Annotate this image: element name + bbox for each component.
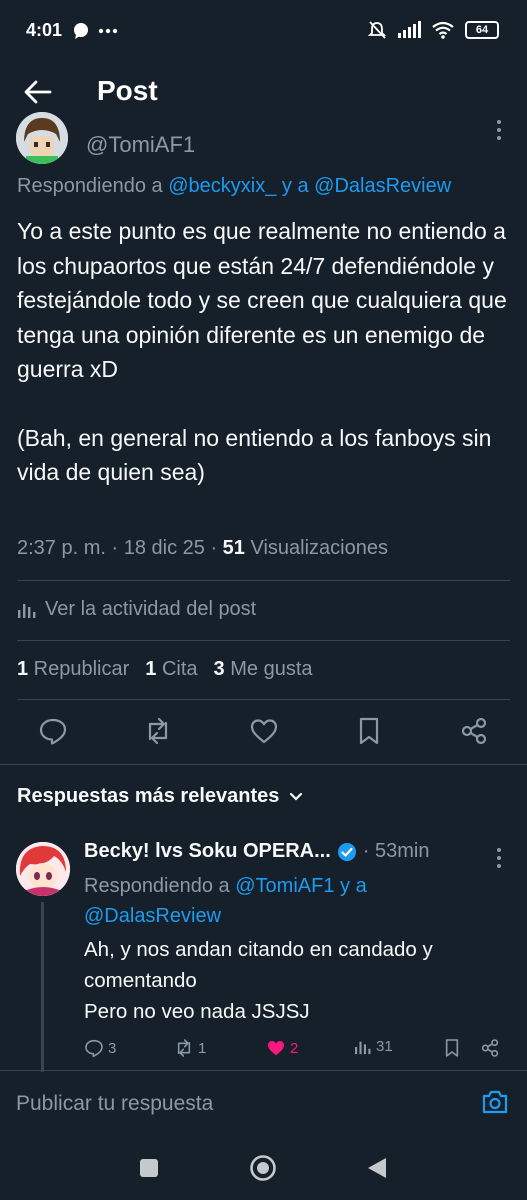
analytics-icon [18, 603, 36, 618]
replying-to: Respondiendo a @beckyxix_ y a @DalasRevi… [17, 175, 452, 197]
engagement-stats: 1 Republicar 1 Cita 3 Me gusta [17, 658, 313, 681]
signal-icon [398, 21, 421, 38]
likes-stat[interactable]: 3 Me gusta [214, 658, 313, 680]
liked-heart-icon [268, 1041, 284, 1056]
more-options-icon[interactable] [495, 846, 503, 870]
header: Post [0, 62, 527, 122]
divider [17, 580, 510, 581]
quotes-stat[interactable]: 1 Cita [145, 658, 197, 680]
compose-bar: Publicar tu respuesta [0, 1070, 527, 1135]
page-title: Post [97, 75, 158, 106]
reply-header: Becky! lvs Soku OPERA... · 53min [84, 840, 429, 863]
author-handle[interactable]: @TomiAF1 [86, 132, 195, 158]
camera-icon[interactable] [481, 1089, 509, 1115]
mute-icon [367, 21, 387, 39]
like-icon[interactable] [249, 716, 279, 746]
mention-link[interactable]: @DalasReview [314, 175, 451, 197]
thread-line [41, 902, 44, 1072]
reposts-stat[interactable]: 1 Republicar [17, 658, 129, 680]
wifi-icon [432, 21, 454, 39]
tweet-paragraph: Yo a este punto es que realmente no enti… [17, 218, 507, 382]
mention-link[interactable]: @TomiAF1 [235, 875, 334, 897]
section-divider [0, 764, 527, 765]
replies-sort-dropdown[interactable]: Respuestas más relevantes [17, 785, 303, 808]
more-notifications-icon [98, 28, 118, 34]
reply-like-button[interactable]: 2 [266, 1038, 298, 1058]
reply-replying-to: Respondiendo a @TomiAF1 y a @DalasReview [84, 875, 367, 927]
status-bar: 4:01 64 [0, 0, 527, 62]
chevron-down-icon [290, 792, 303, 801]
bookmark-icon[interactable] [354, 716, 384, 746]
reply-icon [85, 1039, 103, 1058]
verified-badge-icon [337, 842, 356, 861]
share-icon[interactable] [459, 716, 489, 746]
battery-icon: 64 [465, 21, 499, 39]
mention-link[interactable]: @DalasReview [84, 905, 221, 927]
post-activity-link[interactable]: Ver la actividad del post [17, 598, 256, 621]
reply-actions: 3 1 2 31 [84, 1038, 504, 1062]
share-icon[interactable] [480, 1038, 500, 1058]
back-nav-icon[interactable] [366, 1156, 388, 1180]
tweet-actions [0, 716, 527, 750]
back-arrow-icon[interactable] [22, 76, 54, 108]
divider [17, 699, 510, 700]
analytics-icon [355, 1041, 371, 1054]
recent-apps-icon[interactable] [139, 1158, 159, 1178]
mention-link[interactable]: @beckyxix_ [168, 175, 276, 197]
reply-author-avatar[interactable] [16, 842, 70, 896]
reply-line: Ah, y nos andan citando en candado y com… [84, 938, 433, 992]
reply-icon[interactable] [38, 716, 68, 746]
author-avatar[interactable] [16, 112, 68, 164]
status-time: 4:01 [26, 20, 63, 40]
reply-reply-button[interactable]: 3 [84, 1038, 116, 1058]
system-nav-bar [0, 1134, 527, 1200]
reply-body: Ah, y nos andan citando en candado y com… [84, 934, 514, 1027]
repost-icon [177, 1039, 191, 1057]
tweet-timestamp: 2:37 p. m. · 18 dic 25 · [17, 537, 223, 559]
views-count: 51 [222, 537, 245, 559]
reply-timestamp: · 53min [362, 840, 430, 862]
reply-input[interactable]: Publicar tu respuesta [16, 1092, 213, 1116]
tweet-body: Yo a este punto es que realmente no enti… [17, 214, 517, 490]
reply-author-name[interactable]: Becky! lvs Soku OPERA... [84, 840, 331, 863]
more-options-icon[interactable] [495, 118, 503, 142]
tweet-paragraph: (Bah, en general no entiendo a los fanbo… [17, 424, 492, 486]
bookmark-icon[interactable] [442, 1038, 462, 1058]
repost-icon[interactable] [143, 716, 173, 746]
chat-bubble-icon [74, 23, 88, 39]
tweet-meta: 2:37 p. m. · 18 dic 25 · 51 Visualizacio… [17, 537, 388, 559]
reply-repost-button[interactable]: 1 [174, 1038, 206, 1058]
reply-views-button[interactable]: 31 [354, 1038, 393, 1055]
home-icon[interactable] [249, 1154, 277, 1182]
reply-line: Pero no veo nada JSJSJ [84, 1000, 310, 1023]
divider [17, 640, 510, 641]
